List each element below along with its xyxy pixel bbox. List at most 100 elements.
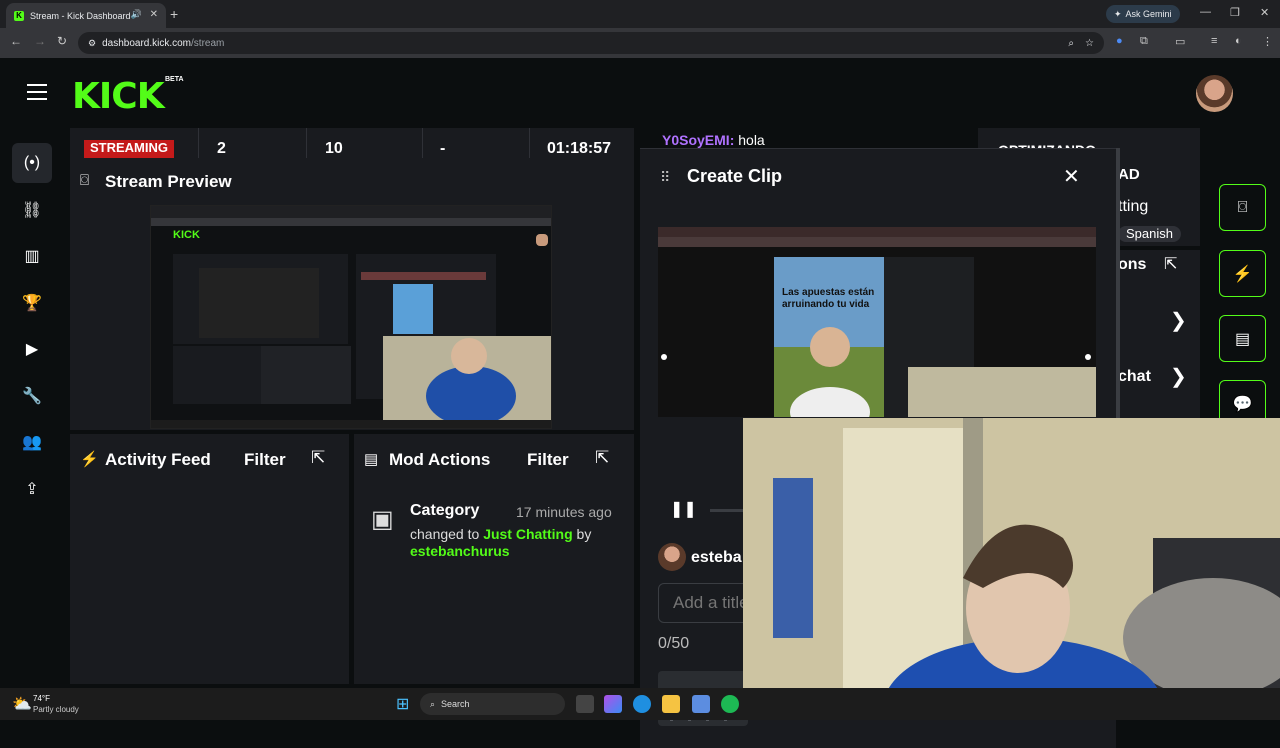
clip-username: esteba	[691, 549, 742, 566]
weather-icon[interactable]: ⛅	[12, 694, 32, 714]
preview-icon: ⌼	[1237, 198, 1248, 216]
file-explorer-icon[interactable]	[662, 695, 680, 713]
hamburger-menu-icon[interactable]	[27, 84, 47, 100]
store-icon[interactable]	[692, 695, 710, 713]
back-icon[interactable]: ←	[10, 34, 22, 48]
browser-tab-bar: K Stream - Kick Dashboard 🔊 ✕ + ✦ Ask Ge…	[0, 0, 1280, 28]
stream-preview-icon: ⌼	[80, 172, 90, 189]
minimize-icon[interactable]: —	[1200, 6, 1211, 18]
taskbar-search[interactable]: ⌕ Search	[420, 693, 565, 715]
bookmark-star-icon[interactable]: ☆	[1085, 38, 1094, 49]
stream-preview-title: Stream Preview	[105, 172, 232, 191]
viewer-count: 2	[217, 140, 226, 157]
window-close-icon[interactable]: ✕	[1260, 6, 1269, 19]
drag-handle-icon[interactable]: ⠿	[660, 169, 670, 186]
address-bar-row: ← → ↻ ⚙ dashboard.kick.com/stream ⌕ ☆ ● …	[0, 28, 1280, 58]
category-text: tting	[1118, 198, 1149, 215]
kick-logo[interactable]: KICK	[72, 76, 165, 117]
webcam-overlay	[743, 418, 1280, 720]
by-text: by	[576, 526, 592, 542]
document-icon: ▤	[364, 451, 379, 468]
ad-text: AD	[1118, 166, 1140, 183]
task-view-icon[interactable]	[576, 695, 594, 713]
user-link[interactable]: estebanchurus	[410, 543, 510, 559]
site-info-icon[interactable]: ⚙	[88, 38, 96, 49]
extension-icon[interactable]: ●	[1116, 35, 1123, 47]
taskbar-search-label: Search	[441, 699, 470, 709]
wrench-icon: 🔧	[22, 387, 42, 405]
uptime: 01:18:57	[547, 140, 612, 157]
trophy-icon: 🏆	[22, 294, 42, 312]
document-icon: ▤	[1234, 330, 1251, 348]
sidebar-item-analytics[interactable]: ▥	[12, 236, 52, 276]
browser-tab[interactable]: K Stream - Kick Dashboard 🔊 ✕	[6, 3, 166, 28]
edge-icon[interactable]	[633, 695, 651, 713]
sidebar-item-upload[interactable]: ⇪	[12, 469, 52, 509]
title-char-counter: 0/50	[658, 635, 690, 652]
ask-gemini-button[interactable]: ✦ Ask Gemini	[1106, 5, 1180, 23]
streaming-status-badge: STREAMING	[84, 140, 174, 158]
profile-icon[interactable]: ◐	[1235, 35, 1242, 47]
sidebar-item-achievements[interactable]: 🏆	[12, 283, 52, 323]
sidebar-item-videos[interactable]: ▶	[12, 329, 52, 369]
extensions-puzzle-icon[interactable]: ⧉	[1140, 35, 1148, 48]
clip-thumbnail: Las apuestas están arruinando tu vida	[658, 227, 1096, 417]
stream-preview-video[interactable]: KICK	[150, 205, 552, 429]
avatar[interactable]	[1196, 75, 1233, 112]
chat-username[interactable]: Y0SoyEMI:	[662, 132, 734, 148]
follower-count: 10	[325, 140, 343, 157]
menu-dots-icon[interactable]: ⋮	[1262, 35, 1273, 48]
copilot-icon[interactable]	[604, 695, 622, 713]
activity-feed-panel	[70, 434, 349, 684]
media-icon[interactable]: ≡	[1211, 35, 1217, 47]
activity-toggle-button[interactable]: ⚡	[1219, 250, 1266, 297]
sidebar: (•) ⛓ ▥ 🏆 ▶ 🔧 👥 ⇪	[12, 143, 52, 515]
sidebar-item-settings[interactable]: 🔧	[12, 376, 52, 416]
upload-icon: ⇪	[25, 480, 39, 498]
chevron-right-icon[interactable]: ❯	[1170, 364, 1187, 389]
category-video-icon: ▣	[371, 506, 394, 533]
tab-title: Stream - Kick Dashboard	[30, 10, 131, 21]
popout-icon[interactable]: ⇱	[1164, 254, 1177, 274]
chevron-right-icon[interactable]: ❯	[1170, 308, 1187, 333]
video-icon: ▶	[25, 341, 39, 358]
pause-icon[interactable]: ❚❚	[670, 499, 697, 519]
maximize-icon[interactable]: ❐	[1230, 6, 1240, 19]
cast-icon[interactable]: ▭	[1175, 35, 1185, 48]
zoom-icon[interactable]: ⌕	[1068, 38, 1074, 49]
link-icon: ⛓	[21, 201, 43, 219]
avatar	[658, 543, 686, 571]
create-clip-title: Create Clip	[687, 166, 783, 186]
scrollbar[interactable]	[1116, 148, 1120, 418]
mod-entry-label: Category	[410, 502, 480, 519]
forward-icon[interactable]: →	[34, 34, 46, 48]
bar-chart-icon: ▥	[24, 248, 40, 265]
stream-preview-toggle-button[interactable]: ⌼	[1219, 184, 1266, 231]
close-tab-icon[interactable]: ✕	[150, 9, 158, 20]
reload-icon[interactable]: ↻	[57, 34, 67, 48]
close-icon[interactable]: ✕	[1063, 164, 1080, 189]
windows-taskbar: ⛅ 74°F Partly cloudy ⊞ ⌕ Search	[0, 688, 1280, 720]
popout-icon[interactable]: ⇱	[311, 448, 325, 468]
chat-message: Y0SoyEMI: hola	[662, 132, 765, 148]
language-tag: Spanish	[1118, 226, 1181, 242]
sidebar-item-stream[interactable]: (•)	[12, 143, 52, 183]
beta-badge: BETA	[165, 76, 184, 83]
popout-icon[interactable]: ⇱	[595, 448, 609, 468]
category-link[interactable]: Just Chatting	[483, 526, 572, 542]
speaker-icon[interactable]: 🔊	[131, 9, 142, 20]
windows-start-icon[interactable]: ⊞	[396, 694, 409, 714]
new-tab-icon[interactable]: +	[170, 6, 178, 22]
sidebar-item-community[interactable]: 👥	[12, 422, 52, 462]
sidebar-item-links[interactable]: ⛓	[12, 190, 52, 230]
mod-actions-filter-button[interactable]: Filter	[527, 450, 569, 470]
chat-text-label: chat	[1118, 368, 1151, 385]
url-host: dashboard.kick.com	[102, 37, 192, 49]
spotify-icon[interactable]	[721, 695, 739, 713]
mod-actions-toggle-button[interactable]: ▤	[1219, 315, 1266, 362]
mod-entry-description: changed to Just Chatting by estebanchuru…	[410, 526, 620, 560]
address-input[interactable]: ⚙ dashboard.kick.com/stream ⌕ ☆	[78, 32, 1104, 54]
lightning-icon: ⚡	[1232, 265, 1253, 283]
clip-video-preview[interactable]: Las apuestas están arruinando tu vida	[658, 227, 1096, 417]
activity-feed-filter-button[interactable]: Filter	[244, 450, 286, 470]
